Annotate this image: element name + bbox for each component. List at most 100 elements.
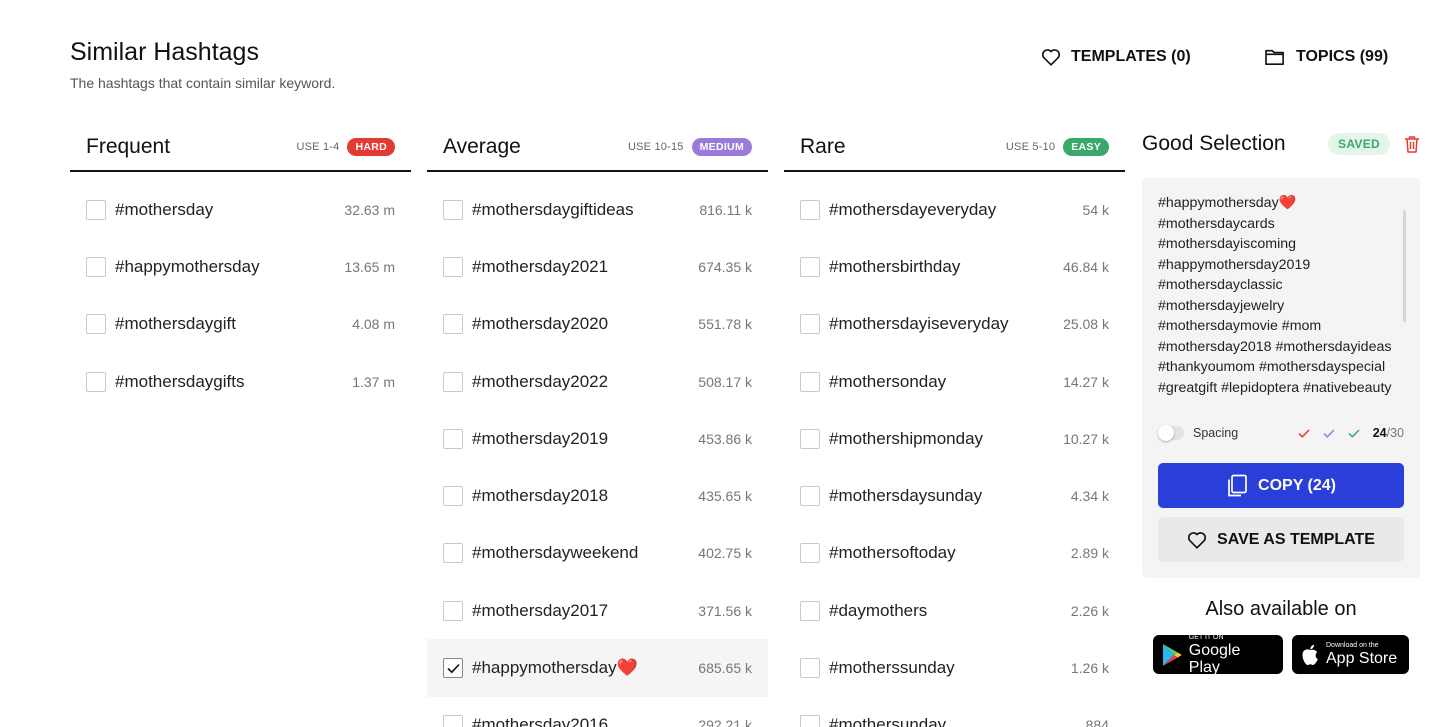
hashtag-row[interactable]: #mothersonday 14.27 k [784,353,1125,410]
hashtag-label: #happymothersday❤️ [472,658,638,678]
hashtag-row[interactable]: #mothersoftoday 2.89 k [784,525,1125,582]
scrollbar[interactable] [1403,210,1406,322]
selected-line: #greatgift #lepidoptera #nativebeauty [1158,379,1392,396]
count-current: 24 [1372,426,1387,440]
also-available-title: Also available on [1205,598,1357,620]
hashtag-label: #mothersday2016 [472,715,609,727]
hashtag-checkbox[interactable] [86,256,106,277]
hashtag-row[interactable]: #mothersday2017 371.56 k [427,582,768,639]
hashtag-count-ratio: 24/30 [1373,426,1404,440]
hashtag-row[interactable]: #mothersday2018 435.65 k [427,467,768,524]
hashtag-count: 292.21 k [698,717,752,727]
hashtag-checkbox[interactable] [86,371,106,392]
selected-line: #mothersdayiscoming [1158,236,1296,252]
selected-line: #mothersdayjewelry [1158,297,1285,314]
hashtag-checkbox[interactable] [800,658,820,679]
hashtag-row[interactable]: #happymothersday 13.65 m [70,238,411,295]
hashtag-checkbox[interactable] [86,199,106,220]
hashtag-checkbox[interactable] [443,199,463,220]
hashtag-label: #mothersdayeveryday [829,199,997,219]
hashtag-label: #motherssunday [829,658,955,678]
hashtag-checkbox[interactable] [800,256,820,277]
google-play-badge[interactable]: GET IT ON Google Play [1153,634,1283,676]
hashtag-row[interactable]: #mothersdaygift 4.08 m [70,296,411,353]
check-red-icon [1298,428,1310,438]
spacing-toggle[interactable] [1158,425,1184,441]
hashtag-label: #mothersdaygiftideas [472,199,634,219]
hashtag-checkbox[interactable] [443,715,463,727]
hashtag-row-selected[interactable]: #happymothersday❤️ 685.65 k [427,639,768,697]
hashtag-checkbox[interactable] [86,314,106,335]
hashtag-checkbox[interactable] [800,543,820,564]
saved-badge: SAVED [1328,133,1390,155]
hashtag-row[interactable]: #mothersday2016 292.21 k [427,697,768,727]
copy-icon [1228,474,1247,496]
hashtag-count: 508.17 k [698,373,752,390]
hashtag-checkbox[interactable] [443,600,463,621]
page-subtitle: The hashtags that contain similar keywor… [70,75,336,91]
hashtag-row[interactable]: #mothersday2020 551.78 k [427,296,768,353]
selected-line: #mothersdaymovie #mom [1158,318,1322,334]
hashtag-row[interactable]: #mothersday2019 453.86 k [427,410,768,467]
selected-line: #mothersday2018 #mothersdayideas [1158,338,1392,355]
hashtag-count: 435.65 k [698,488,752,505]
selection-title: Good Selection [1142,132,1286,155]
hashtag-row[interactable]: #mothersday2022 508.17 k [427,353,768,410]
hashtag-count: 1.26 k [1070,660,1109,677]
hashtag-checkbox[interactable] [443,428,463,449]
count-max: /30 [1386,426,1404,440]
hashtag-checkbox[interactable] [443,314,463,335]
page-header: Similar Hashtags The hashtags that conta… [70,38,335,91]
hashtag-row[interactable]: #mothersdaygiftideas 816.11 k [427,181,768,238]
column-title: Frequent [86,135,171,158]
hashtag-row[interactable]: #motherssunday 1.26 k [784,639,1125,696]
selected-hashtags-text[interactable]: #happymothersday❤️ #mothersdaycards #mot… [1158,193,1402,398]
column-average: Average USE 10-15 MEDIUM #mothersdaygift… [427,124,768,727]
hashtag-checkbox[interactable] [800,486,820,507]
hashtag-count: 1.37 m [352,373,395,390]
check-purple-icon [1323,428,1335,438]
hashtag-checkbox-checked[interactable] [443,658,463,679]
hashtag-checkbox[interactable] [443,486,463,507]
hashtag-checkbox[interactable] [800,371,820,392]
hashtag-row[interactable]: #mothersunday 884 [784,697,1125,727]
app-store-badge[interactable]: Download on the App Store [1292,635,1409,674]
hashtag-row[interactable]: #mothersdayweekend 402.75 k [427,525,768,582]
topics-button[interactable]: TOPICS (99) [1264,48,1388,66]
hashtag-row[interactable]: #mothersdaysunday 4.34 k [784,467,1125,524]
hashtag-checkbox[interactable] [443,371,463,392]
templates-button[interactable]: TEMPLATES (0) [1041,48,1191,66]
hashtag-checkbox[interactable] [800,715,820,727]
hashtag-row[interactable]: #mothersday 32.63 m [70,181,411,238]
usage-hint: USE 5-10 [1005,141,1056,153]
hashtag-row[interactable]: #daymothers 2.26 k [784,582,1125,639]
hashtag-label: #mothersonday [829,371,947,391]
hashtag-label: #mothersunday [829,715,947,727]
hashtag-checkbox[interactable] [800,199,820,220]
hashtag-count: 2.89 k [1070,545,1109,562]
hashtag-row[interactable]: #mothersday2021 674.35 k [427,238,768,295]
hashtag-row[interactable]: #mothershipmonday 10.27 k [784,410,1125,467]
app-store-small-text: Download on the [1326,642,1379,649]
hashtag-checkbox[interactable] [443,543,463,564]
save-as-template-button[interactable]: SAVE AS TEMPLATE [1158,517,1404,562]
hashtag-label: #mothersday2019 [472,428,609,448]
trash-icon[interactable] [1404,135,1420,153]
hashtag-row[interactable]: #mothersbirthday 46.84 k [784,238,1125,295]
hashtag-row[interactable]: #mothersdayeveryday 54 k [784,181,1125,238]
hashtag-count: 25.08 k [1063,316,1109,333]
hashtag-checkbox[interactable] [800,428,820,449]
templates-label: TEMPLATES (0) [1071,48,1191,65]
copy-button[interactable]: COPY (24) [1158,463,1404,508]
folder-icon [1265,49,1284,66]
hashtag-count: 4.08 m [352,316,395,333]
hashtag-count: 674.35 k [698,258,752,275]
difficulty-badge: MEDIUM [691,138,752,156]
hashtag-row[interactable]: #mothersdaygifts 1.37 m [70,353,411,410]
hashtag-checkbox[interactable] [800,600,820,621]
hashtag-row[interactable]: #mothersdayiseveryday 25.08 k [784,296,1125,353]
hashtag-checkbox[interactable] [443,256,463,277]
heart-icon [1187,531,1207,549]
hashtag-checkbox[interactable] [800,314,820,335]
hashtag-count: 371.56 k [698,602,752,619]
